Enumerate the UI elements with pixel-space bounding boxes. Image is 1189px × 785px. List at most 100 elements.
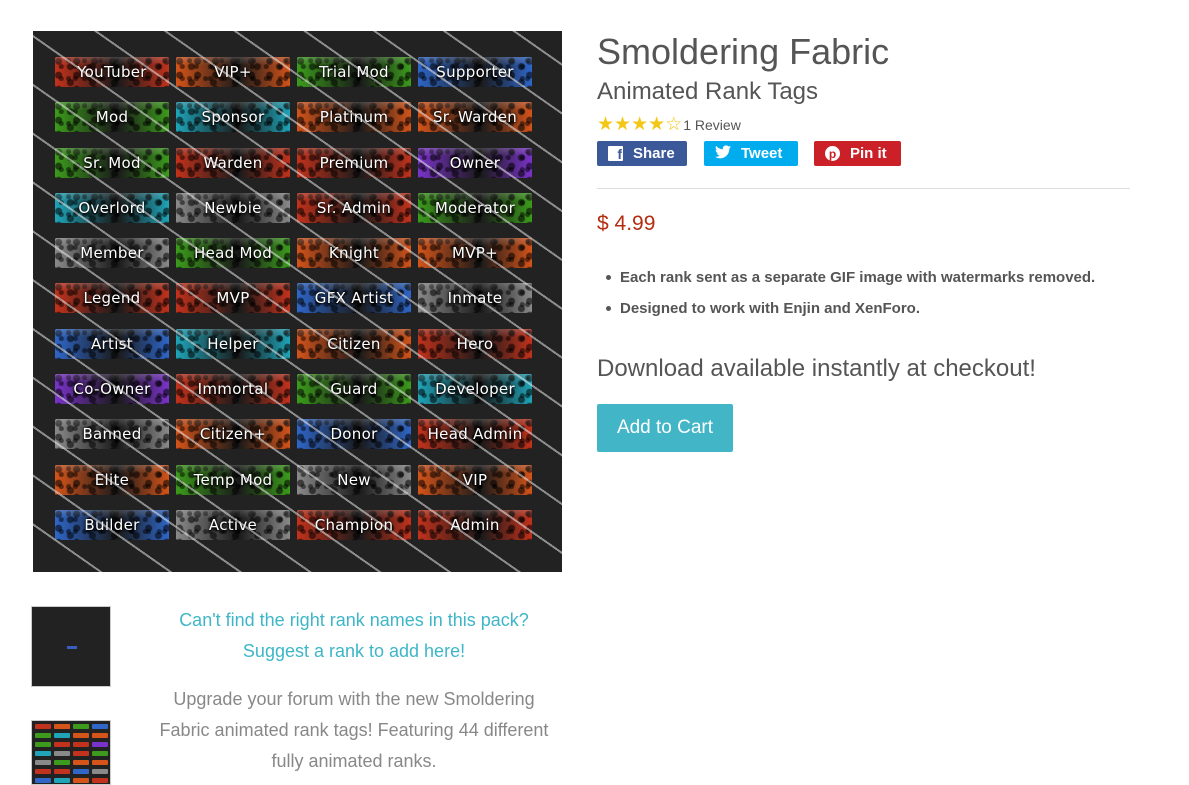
thumbnail-mini-grid bbox=[35, 724, 108, 784]
rank-tag-label: Warden bbox=[203, 153, 263, 172]
rating[interactable]: ★★★★☆ 1 Review bbox=[597, 115, 741, 135]
rank-tag-label: Inmate bbox=[447, 289, 503, 308]
rank-tag: GFX Artist bbox=[297, 283, 411, 314]
rank-tag: VIP+ bbox=[176, 57, 290, 87]
rank-tag: Banned bbox=[55, 419, 169, 450]
rank-tag: Sr. Admin bbox=[297, 192, 411, 223]
suggest-rank-link-line2[interactable]: Suggest a rank to add here! bbox=[150, 636, 558, 667]
feature-item: Each rank sent as a separate GIF image w… bbox=[605, 262, 1095, 293]
rank-tag-label: Knight bbox=[328, 244, 380, 263]
rank-tag-label: Admin bbox=[450, 515, 500, 534]
thumbnail-mini-tag bbox=[35, 751, 51, 756]
rank-tag: Head Mod bbox=[176, 238, 290, 269]
rank-tag-label: Owner bbox=[449, 153, 501, 172]
rank-tag-label: VIP bbox=[462, 470, 488, 489]
rank-tag-label: Sr. Admin bbox=[316, 198, 392, 217]
rank-tag: Champion bbox=[297, 509, 411, 540]
rank-tag-label: Platinum bbox=[319, 108, 389, 127]
thumbnail-mini-tag bbox=[35, 778, 51, 783]
thumbnail-mini-tag bbox=[54, 760, 70, 765]
rank-tag-label: Mod bbox=[95, 108, 129, 127]
rank-tag-label: Supporter bbox=[436, 63, 514, 81]
rank-tag-label: Co-Owner bbox=[73, 380, 151, 399]
pin-label: Pin it bbox=[850, 145, 887, 162]
rank-tag-label: Sr. Warden bbox=[432, 108, 518, 127]
rank-tag: Builder bbox=[55, 509, 169, 540]
product-description: Upgrade your forum with the new Smolderi… bbox=[159, 689, 549, 771]
thumbnail-mini-tag bbox=[73, 751, 89, 756]
rank-tag-label: Elite bbox=[94, 470, 130, 489]
tweet-label: Tweet bbox=[741, 145, 783, 162]
rank-tag-label: Artist bbox=[91, 334, 133, 353]
rank-tag: Temp Mod bbox=[176, 464, 290, 495]
rank-tag: MVP bbox=[176, 283, 290, 314]
thumbnail-mini-tag bbox=[54, 724, 70, 729]
rank-tag-label: Sponsor bbox=[201, 108, 265, 127]
rank-tag: Helper bbox=[176, 328, 290, 359]
facebook-icon: f bbox=[608, 146, 623, 161]
rank-tag-label: MVP+ bbox=[451, 244, 499, 263]
rank-tag-label: New bbox=[337, 470, 371, 489]
rank-tag-label: Head Mod bbox=[193, 244, 273, 263]
rating-stars: ★★★★☆ bbox=[597, 115, 682, 135]
rank-tag: Trial Mod bbox=[297, 57, 411, 87]
thumbnail-mini-tag bbox=[35, 769, 51, 774]
add-to-cart-button[interactable]: Add to Cart bbox=[597, 404, 733, 452]
rank-tag-label: Citizen+ bbox=[199, 425, 267, 444]
rank-tag-label: Champion bbox=[314, 515, 394, 534]
rank-tag: Newbie bbox=[176, 192, 290, 223]
rank-tag-label: Premium bbox=[319, 153, 389, 172]
rank-tag: VIP bbox=[418, 464, 532, 495]
product-title: Smoldering Fabric bbox=[597, 31, 890, 72]
tweet-button[interactable]: Tweet bbox=[704, 141, 798, 166]
rank-tag: Premium bbox=[297, 147, 411, 178]
thumbnail-mini-tag bbox=[92, 724, 108, 729]
rank-tag-label: Builder bbox=[84, 515, 140, 534]
review-count[interactable]: 1 Review bbox=[683, 117, 741, 133]
thumbnail-mini-tag bbox=[73, 742, 89, 747]
rank-tag-label: MVP bbox=[216, 289, 250, 308]
rank-tag: Overlord bbox=[55, 192, 169, 223]
rank-tag: Moderator bbox=[418, 192, 532, 223]
rank-tag: Sponsor bbox=[176, 102, 290, 133]
pin-it-button[interactable]: p Pin it bbox=[814, 141, 901, 166]
thumbnail-1[interactable] bbox=[31, 606, 111, 687]
star-filled-icon: ★ bbox=[631, 114, 649, 135]
rank-tag-label: Citizen bbox=[327, 334, 381, 353]
rank-tag: Co-Owner bbox=[55, 374, 169, 405]
thumbnail-mini-tag bbox=[92, 760, 108, 765]
thumbnail-mini-tag bbox=[67, 646, 77, 649]
thumbnail-mini-tag bbox=[73, 769, 89, 774]
rank-tag: Platinum bbox=[297, 102, 411, 133]
rank-tag: Inmate bbox=[418, 283, 532, 314]
thumbnail-mini-tag bbox=[35, 742, 51, 747]
rank-tag: Developer bbox=[418, 374, 532, 405]
rank-tag-label: Immortal bbox=[197, 380, 269, 399]
feature-list: Each rank sent as a separate GIF image w… bbox=[605, 262, 1095, 324]
thumbnail-mini-tag bbox=[92, 778, 108, 783]
download-note: Download available instantly at checkout… bbox=[597, 355, 1036, 382]
thumbnail-mini-tag bbox=[73, 733, 89, 738]
star-filled-icon: ★ bbox=[648, 114, 666, 135]
rank-tag: Sr. Warden bbox=[418, 102, 532, 133]
thumbnail-mini-tag bbox=[92, 733, 108, 738]
rank-tag-label: Newbie bbox=[204, 198, 262, 217]
thumbnail-mini-tag bbox=[92, 742, 108, 747]
rank-tag: Artist bbox=[55, 328, 169, 359]
suggest-rank-link-line1[interactable]: Can't find the right rank names in this … bbox=[150, 605, 558, 636]
thumbnail-mini-tag bbox=[54, 769, 70, 774]
thumbnail-mini-tag bbox=[73, 778, 89, 783]
rank-tag: YouTuber bbox=[55, 57, 169, 87]
product-price: $ 4.99 bbox=[597, 212, 656, 235]
rank-tag-label: Hero bbox=[456, 334, 494, 353]
rank-tag-label: Helper bbox=[207, 334, 259, 353]
share-label: Share bbox=[633, 145, 675, 162]
rank-tag-label: GFX Artist bbox=[314, 289, 394, 308]
thumbnail-2[interactable] bbox=[31, 720, 111, 785]
rank-tag-label: Guard bbox=[330, 380, 378, 399]
share-button[interactable]: f Share bbox=[597, 141, 687, 166]
rank-tag-label: Overlord bbox=[78, 198, 146, 217]
rank-tag: Mod bbox=[55, 102, 169, 133]
product-main-image[interactable]: YouTuber VIP+ Trial Mod Supporter Mod Sponsor… bbox=[33, 31, 562, 572]
rank-tag-label: Moderator bbox=[434, 198, 516, 217]
